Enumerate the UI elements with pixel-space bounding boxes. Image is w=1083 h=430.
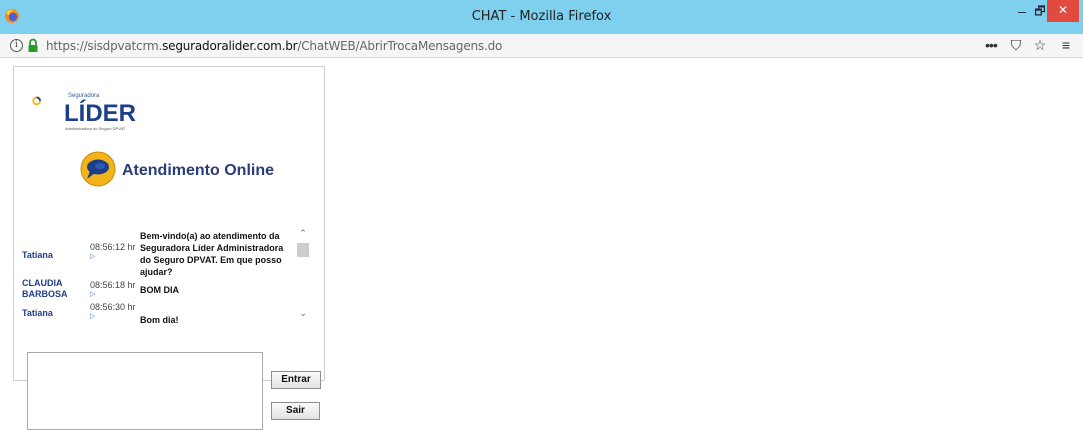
message-text: Bem-vindo(a) ao atendimento da Segurador… [140, 231, 284, 277]
message-sender: Tatiana [22, 308, 53, 318]
exit-button[interactable]: Sair [271, 402, 320, 420]
message-list[interactable]: Tatiana 08:56:12 hr ▷ Bem-vindo(a) ao ate… [20, 222, 312, 332]
url-text[interactable]: https://sisdpvatcrm.seguradoralider.com.… [46, 39, 502, 53]
message-time-text: 08:56:12 hr [90, 242, 136, 252]
arrow-icon: ▷ [90, 291, 96, 298]
url-domain: seguradoralider.com.br [162, 39, 298, 53]
message-time: 08:56:18 hr ▷ [90, 280, 136, 298]
chat-bubble-icon [80, 151, 116, 187]
chat-title: Atendimento Online [122, 162, 274, 179]
url-prefix: https://sisdpvatcrm. [46, 39, 163, 53]
url-path: /ChatWEB/AbrirTrocaMensagens.do [297, 39, 503, 53]
arrow-icon: ▷ [90, 253, 96, 260]
scroll-down-icon[interactable]: ⌄ [296, 308, 310, 320]
brand-name: LÍDER [64, 100, 136, 127]
brand-subtitle: Administradora do Seguro DPVAT [65, 126, 126, 131]
message-sender: Tatiana [22, 250, 53, 260]
close-button[interactable]: ✕ [1047, 0, 1079, 22]
brand-small-text: Seguradora [68, 93, 100, 99]
message-text: BOM DIA [140, 285, 179, 295]
info-icon[interactable]: i [10, 39, 23, 52]
seguradora-lider-logo-icon [32, 96, 41, 106]
message-text: Bom dia! [140, 315, 179, 325]
message-time-text: 08:56:30 hr [90, 302, 136, 312]
message-scrollbar[interactable]: ⌃ ⌄ [296, 228, 310, 322]
message-input[interactable] [27, 352, 263, 430]
enter-button[interactable]: Entrar [271, 371, 321, 389]
scroll-up-icon[interactable]: ⌃ [296, 228, 310, 240]
message-sender: CLAUDIA BARBOSA [22, 278, 68, 299]
message-time: 08:56:12 hr ▷ [90, 242, 136, 260]
bookmark-star-icon[interactable]: ☆ [1031, 37, 1049, 55]
window-title: CHAT - Mozilla Firefox [471, 9, 612, 24]
page-actions-icon[interactable]: ••• [982, 37, 1000, 55]
pocket-icon[interactable]: ⛉ [1007, 37, 1025, 55]
hamburger-menu-icon[interactable]: ≡ [1057, 37, 1075, 55]
message-time: 08:56:30 hr ▷ [90, 302, 136, 320]
scroll-thumb[interactable] [297, 243, 309, 257]
url-bar[interactable]: i https://sisdpvatcrm.seguradoralider.co… [0, 34, 1083, 58]
message-time-text: 08:56:18 hr [90, 280, 136, 290]
arrow-icon: ▷ [90, 313, 96, 320]
lock-icon[interactable] [27, 38, 39, 53]
window-titlebar: CHAT - Mozilla Firefox – 🗗 ✕ [0, 0, 1083, 34]
